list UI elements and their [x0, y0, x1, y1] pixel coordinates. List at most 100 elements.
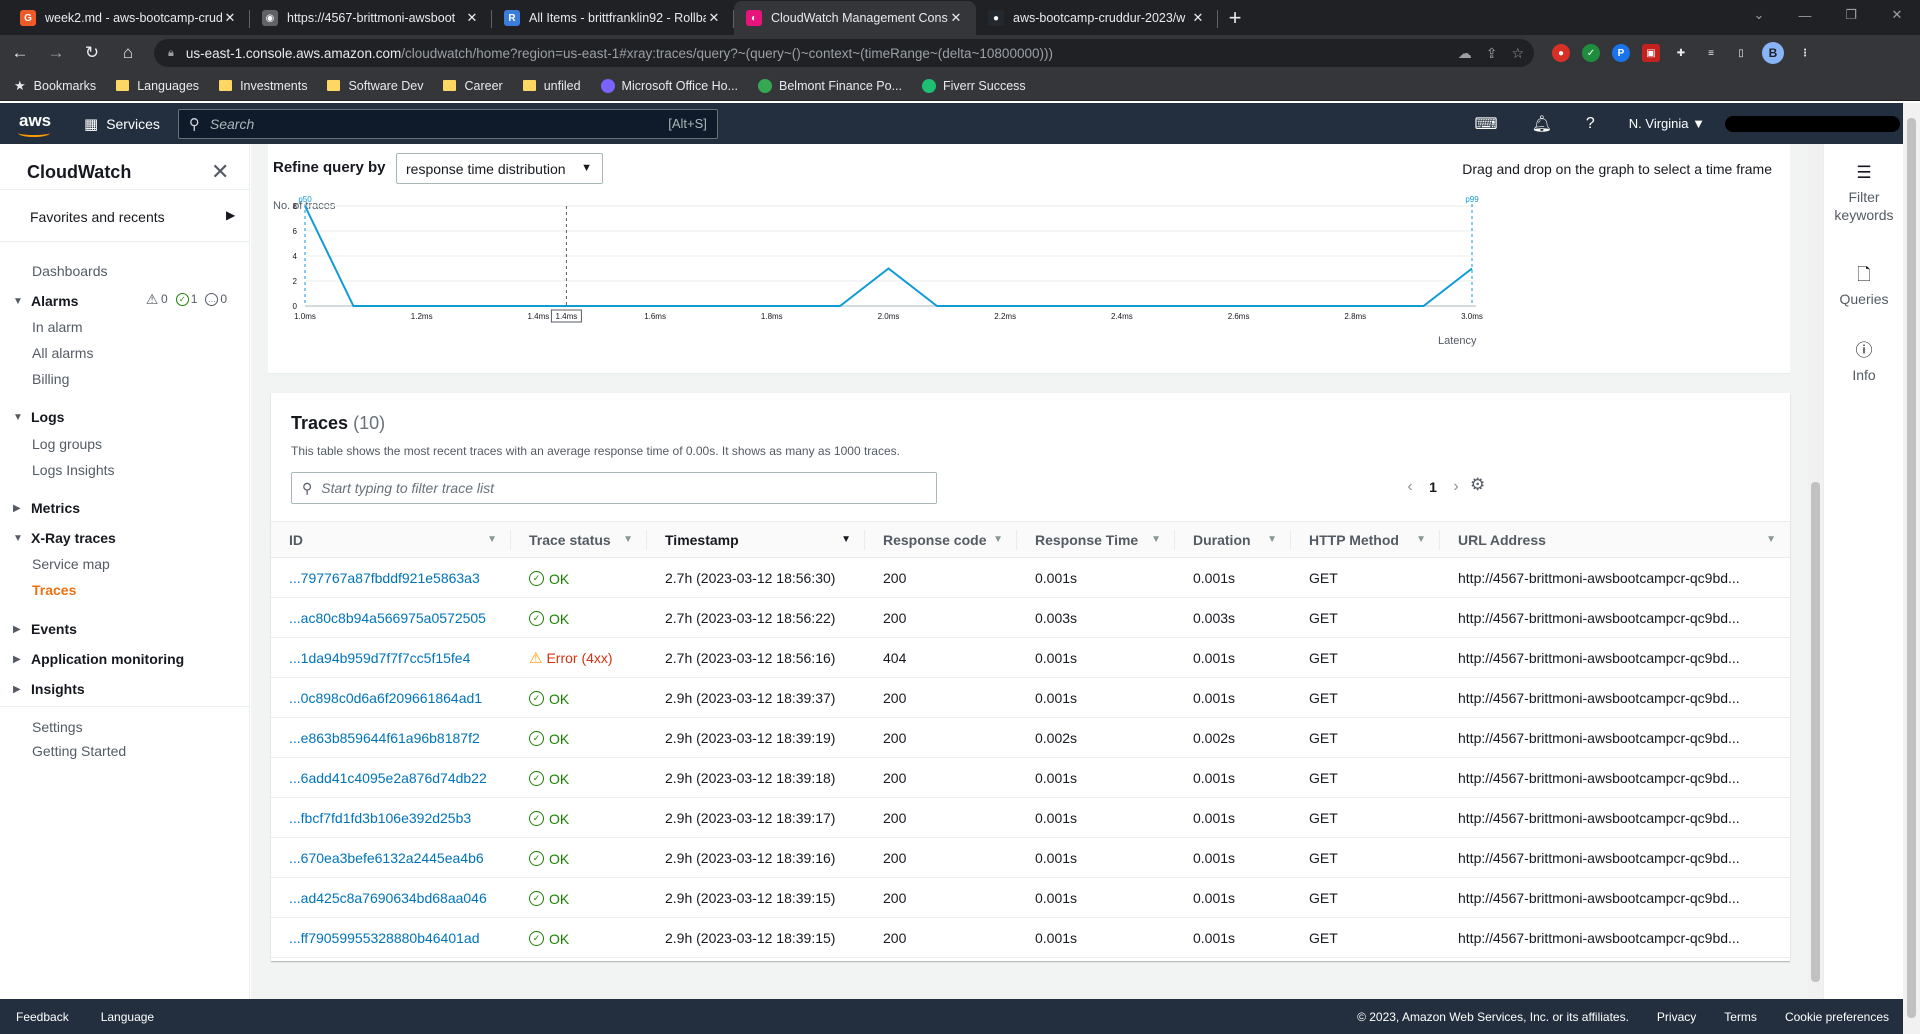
- table-row[interactable]: ...797767a87fbddf921e5863a3 ✓ OK 2.7h (2023…: [271, 557, 1790, 598]
- page-scrollbar[interactable]: [1903, 103, 1920, 1034]
- profile-avatar[interactable]: B: [1762, 42, 1784, 64]
- refine-query-select[interactable]: response time distribution ▼: [396, 153, 603, 184]
- queries-tool[interactable]: 🗋︎ Queries: [1824, 266, 1904, 308]
- favorites-and-recents[interactable]: Favorites and recents: [30, 209, 165, 225]
- ok-badge[interactable]: ✓ 1: [175, 292, 197, 306]
- extension-icon[interactable]: P: [1612, 44, 1630, 62]
- puzzle-icon[interactable]: ✚: [1672, 44, 1690, 62]
- cookie-preferences-link[interactable]: Cookie preferences: [1785, 1010, 1889, 1024]
- sidebar-section-xray[interactable]: ▼ X-Ray traces: [13, 530, 116, 546]
- cloudshell-icon[interactable]: ⌨: [1474, 114, 1497, 134]
- sort-icon[interactable]: ▼: [1267, 534, 1277, 545]
- prev-page-button[interactable]: ‹: [1400, 478, 1420, 496]
- table-row[interactable]: ...ad425c8a7690634bd68aa046 ✓ OK 2.9h (2023…: [271, 877, 1790, 918]
- sort-icon[interactable]: ▼: [993, 534, 1003, 545]
- sidebar-section-application-monitoring[interactable]: ▶ Application monitoring: [13, 651, 184, 667]
- media-icon[interactable]: ≡: [1702, 44, 1720, 62]
- minimize-button[interactable]: —: [1782, 0, 1828, 30]
- trace-id-link[interactable]: ...ac80c8b94a566975a0572505: [271, 597, 511, 638]
- close-icon[interactable]: ✕: [211, 159, 229, 185]
- sidebar-section-alarms[interactable]: ▼ Alarms: [13, 293, 78, 309]
- terms-link[interactable]: Terms: [1724, 1010, 1757, 1024]
- current-page[interactable]: 1: [1420, 479, 1446, 495]
- extension-icon[interactable]: ●: [1552, 44, 1570, 62]
- column-header[interactable]: URL Address ▼: [1440, 521, 1790, 558]
- bookmark-item[interactable]: Fiverr Success: [922, 78, 1026, 93]
- sidebar-item-dashboards[interactable]: Dashboards: [32, 263, 108, 279]
- scrollbar-thumb[interactable]: [1811, 482, 1820, 982]
- browser-tab[interactable]: ◐ CloudWatch Management Conso ✕: [734, 1, 976, 35]
- tab-close-icon[interactable]: ✕: [948, 10, 964, 26]
- sidebar-item-service-map[interactable]: Service map: [32, 556, 110, 572]
- forward-button[interactable]: →: [40, 37, 72, 69]
- restore-button[interactable]: ❐: [1828, 0, 1874, 30]
- sidebar-item-logs-insights[interactable]: Logs Insights: [32, 462, 115, 478]
- browser-tab[interactable]: Gweek2.md - aws-bootcamp-crud ✕: [8, 1, 250, 35]
- column-header[interactable]: ID ▼: [271, 521, 511, 558]
- trace-id-link[interactable]: ...0c898c0d6a6f209661864ad1: [271, 677, 511, 718]
- table-row[interactable]: ...ff79059955328880b46401ad ✓ OK 2.9h (2023…: [271, 917, 1790, 958]
- next-page-button[interactable]: ›: [1446, 478, 1466, 496]
- trace-filter[interactable]: ⚲: [291, 472, 937, 504]
- sidebar-section-logs[interactable]: ▼ Logs: [13, 409, 64, 425]
- bookmark-item[interactable]: Career: [443, 79, 503, 93]
- bookmark-item[interactable]: Languages: [116, 79, 199, 93]
- browser-tab[interactable]: R All Items - brittfranklin92 - Rollba ✕: [492, 1, 734, 35]
- account-menu-redacted[interactable]: [1725, 115, 1900, 132]
- in-alarm-badge[interactable]: ⚠ 0: [145, 291, 168, 307]
- column-header[interactable]: Timestamp ▼: [647, 521, 865, 558]
- search-input[interactable]: [209, 115, 630, 132]
- column-header[interactable]: Response Time ▼: [1017, 521, 1175, 558]
- bookmark-item[interactable]: Software Dev: [327, 79, 423, 93]
- reload-button[interactable]: ↻: [76, 37, 108, 69]
- feedback-link[interactable]: Feedback: [16, 1010, 69, 1024]
- trace-id-link[interactable]: ...1da94b959d7f7f7cc5f15fe4: [271, 637, 511, 678]
- language-link[interactable]: Language: [101, 1010, 154, 1024]
- caret-right-icon[interactable]: ▶: [226, 208, 235, 222]
- aws-logo[interactable]: aws: [18, 109, 58, 139]
- sidebar-item-in-alarm[interactable]: In alarm: [32, 319, 83, 335]
- sort-icon[interactable]: ▼: [1416, 534, 1426, 545]
- sidebar-item-all-alarms[interactable]: All alarms: [32, 345, 93, 361]
- sort-icon[interactable]: ▼: [487, 534, 497, 545]
- content-scrollbar[interactable]: [1808, 144, 1823, 999]
- menu-icon[interactable]: ⋮: [1796, 44, 1814, 62]
- sidebar-section-events[interactable]: ▶ Events: [13, 621, 77, 637]
- browser-tab[interactable]: ● aws-bootcamp-cruddur-2023/w ✕: [976, 1, 1218, 35]
- bookmark-item[interactable]: Microsoft Office Ho...: [600, 78, 738, 93]
- tab-search-icon[interactable]: ⌄: [1736, 0, 1782, 30]
- sidepanel-icon[interactable]: ▯: [1732, 44, 1750, 62]
- bookmark-star-icon[interactable]: ☆: [1511, 45, 1524, 62]
- table-row[interactable]: ...e863b859644f61a96b8187f2 ✓ OK 2.9h (2023…: [271, 717, 1790, 758]
- table-row[interactable]: ...ac80c8b94a566975a0572505 ✓ OK 2.7h (2023…: [271, 597, 1790, 638]
- info-tool[interactable]: ⓘ Info: [1824, 342, 1904, 384]
- address-bar[interactable]: 🔒︎ us-east-1.console.aws.amazon.com/clou…: [154, 39, 1534, 67]
- page-scrollbar-thumb[interactable]: [1907, 118, 1916, 1018]
- sidebar-section-metrics[interactable]: ▶ Metrics: [13, 500, 80, 516]
- column-header[interactable]: HTTP Method ▼: [1291, 521, 1440, 558]
- table-row[interactable]: ...6add41c4095e2a876d74db22 ✓ OK 2.9h (2023…: [271, 757, 1790, 798]
- latency-histogram-chart[interactable]: No. of traces Latency 024681.0ms 1.2ms 1.4…: [268, 188, 1790, 374]
- extension-icon[interactable]: ✓: [1582, 44, 1600, 62]
- close-window-button[interactable]: ✕: [1874, 0, 1920, 30]
- bookmark-item[interactable]: unfiled: [522, 79, 581, 93]
- sort-icon[interactable]: ▼: [1766, 534, 1776, 545]
- sidebar-item-traces[interactable]: Traces: [32, 582, 76, 598]
- sort-icon[interactable]: ▼: [623, 534, 633, 545]
- new-tab-button[interactable]: +: [1218, 1, 1252, 35]
- home-button[interactable]: ⌂: [112, 37, 144, 69]
- region-selector[interactable]: N. Virginia ▼: [1629, 116, 1705, 131]
- tab-close-icon[interactable]: ✕: [222, 10, 238, 26]
- table-row[interactable]: ...fbcf7fd1fd3b106e392d25b3 ✓ OK 2.9h (2023…: [271, 797, 1790, 838]
- sort-descending-icon[interactable]: ▼: [841, 534, 851, 545]
- table-row[interactable]: ...670ea3befe6132a2445ea4b6 ✓ OK 2.9h (2023…: [271, 837, 1790, 878]
- trace-filter-input[interactable]: [321, 480, 882, 496]
- bookmark-item[interactable]: Belmont Finance Po...: [758, 78, 902, 93]
- sidebar-item-log-groups[interactable]: Log groups: [32, 436, 102, 452]
- trace-id-link[interactable]: ...e863b859644f61a96b8187f2: [271, 717, 511, 758]
- filter-keywords-tool[interactable]: ☰ Filter keywords: [1824, 164, 1904, 224]
- cloud-icon[interactable]: ☁: [1458, 45, 1472, 62]
- trace-id-link[interactable]: ...ad425c8a7690634bd68aa046: [271, 877, 511, 918]
- bookmark-item[interactable]: Investments: [219, 79, 307, 93]
- trace-id-link[interactable]: ...ff79059955328880b46401ad: [271, 917, 511, 958]
